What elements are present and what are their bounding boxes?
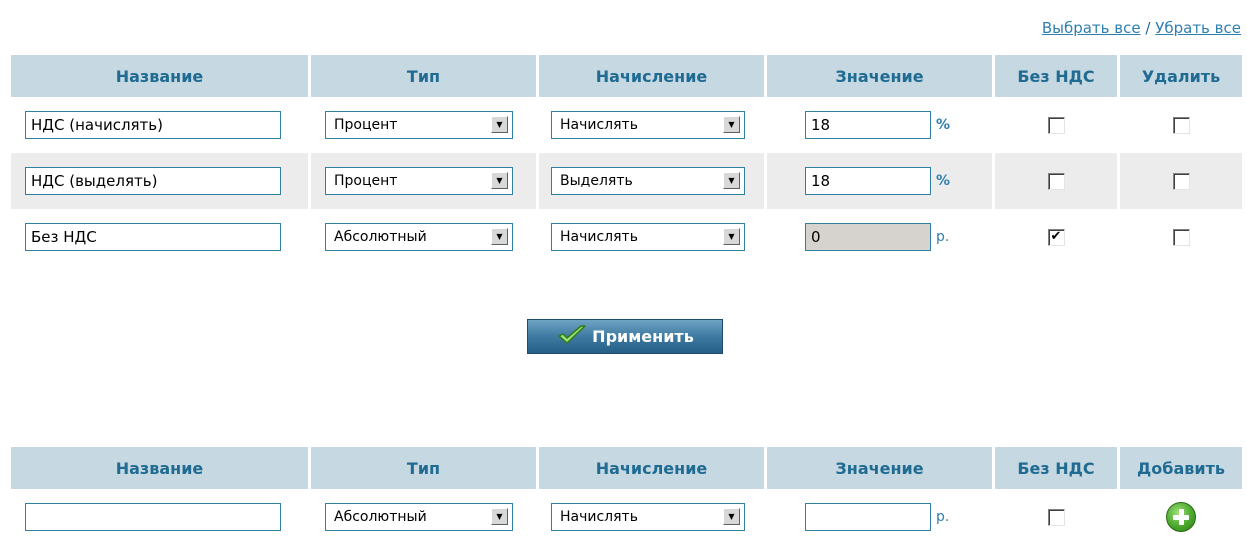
calc-select[interactable]: Начислять ▼ xyxy=(551,111,745,139)
new-value-field[interactable] xyxy=(805,503,931,531)
column-header-value: Значение xyxy=(767,447,992,489)
table-row: НДС (выделять) Процент ▼ Выделять ▼ 18 % xyxy=(11,153,1242,209)
type-select[interactable]: Процент ▼ xyxy=(325,167,513,195)
column-header-name: Название xyxy=(11,447,308,489)
unit-label: р. xyxy=(936,509,950,525)
table-row: Без НДС Абсолютный ▼ Начислять ▼ 0 р. ✔ xyxy=(11,209,1242,265)
column-header-no-vat: Без НДС xyxy=(995,55,1117,97)
dropdown-arrow-icon[interactable]: ▼ xyxy=(723,228,740,245)
column-header-type: Тип xyxy=(311,447,536,489)
links-separator: / xyxy=(1145,19,1151,37)
apply-button[interactable]: Применить xyxy=(527,319,723,354)
header-row: Название Тип Начисление Значение Без НДС… xyxy=(11,447,1242,489)
header-row: Название Тип Начисление Значение Без НДС… xyxy=(11,55,1242,97)
column-header-calc: Начисление xyxy=(539,447,764,489)
dropdown-arrow-icon[interactable]: ▼ xyxy=(723,508,740,525)
select-links: Выбрать все / Убрать все xyxy=(1042,19,1241,37)
calc-select[interactable]: Начислять ▼ xyxy=(551,223,745,251)
type-select[interactable]: Абсолютный ▼ xyxy=(325,223,513,251)
calc-select-value: Начислять xyxy=(560,117,638,133)
new-type-select[interactable]: Абсолютный ▼ xyxy=(325,503,513,531)
type-select-value: Абсолютный xyxy=(334,229,427,245)
column-header-value: Значение xyxy=(767,55,992,97)
column-header-calc: Начисление xyxy=(539,55,764,97)
new-name-field[interactable] xyxy=(25,503,281,531)
delete-checkbox[interactable] xyxy=(1172,172,1190,190)
no-vat-checkbox[interactable] xyxy=(1047,172,1065,190)
add-rate-table: Название Тип Начисление Значение Без НДС… xyxy=(8,447,1245,545)
apply-button-label: Применить xyxy=(592,327,694,346)
value-field-disabled: 0 xyxy=(805,223,931,251)
new-no-vat-checkbox[interactable] xyxy=(1047,508,1065,526)
no-vat-checkbox[interactable] xyxy=(1047,116,1065,134)
type-select[interactable]: Процент ▼ xyxy=(325,111,513,139)
delete-checkbox[interactable] xyxy=(1172,116,1190,134)
unit-label: р. xyxy=(936,229,950,245)
column-header-add: Добавить xyxy=(1120,447,1242,489)
check-mark-icon: ✔ xyxy=(1050,228,1062,244)
no-vat-checkbox[interactable]: ✔ xyxy=(1047,228,1065,246)
new-calc-select[interactable]: Начислять ▼ xyxy=(551,503,745,531)
column-header-no-vat: Без НДС xyxy=(995,447,1117,489)
dropdown-arrow-icon[interactable]: ▼ xyxy=(723,116,740,133)
table-row: НДС (начислять) Процент ▼ Начислять ▼ 18… xyxy=(11,97,1242,153)
name-field[interactable]: НДС (начислять) xyxy=(25,111,281,139)
calc-select-value: Начислять xyxy=(560,229,638,245)
dropdown-arrow-icon[interactable]: ▼ xyxy=(491,228,508,245)
dropdown-arrow-icon[interactable]: ▼ xyxy=(491,508,508,525)
name-field[interactable]: НДС (выделять) xyxy=(25,167,281,195)
checkmark-icon xyxy=(556,323,588,351)
type-select-value: Абсолютный xyxy=(334,509,427,525)
deselect-all-link[interactable]: Убрать все xyxy=(1155,19,1241,37)
calc-select[interactable]: Выделять ▼ xyxy=(551,167,745,195)
unit-label: % xyxy=(936,117,951,133)
column-header-type: Тип xyxy=(311,55,536,97)
dropdown-arrow-icon[interactable]: ▼ xyxy=(491,172,508,189)
unit-label: % xyxy=(936,173,951,189)
select-all-link[interactable]: Выбрать все xyxy=(1042,19,1141,37)
value-field[interactable]: 18 xyxy=(805,167,931,195)
column-header-name: Название xyxy=(11,55,308,97)
value-field[interactable]: 18 xyxy=(805,111,931,139)
dropdown-arrow-icon[interactable]: ▼ xyxy=(491,116,508,133)
new-row: Абсолютный ▼ Начислять ▼ р. xyxy=(11,489,1242,545)
rates-table: Название Тип Начисление Значение Без НДС… xyxy=(8,55,1245,265)
type-select-value: Процент xyxy=(334,117,398,133)
column-header-delete: Удалить xyxy=(1120,55,1242,97)
type-select-value: Процент xyxy=(334,173,398,189)
calc-select-value: Выделять xyxy=(560,173,633,189)
add-icon[interactable] xyxy=(1166,502,1196,532)
calc-select-value: Начислять xyxy=(560,509,638,525)
delete-checkbox[interactable] xyxy=(1172,228,1190,246)
name-field[interactable]: Без НДС xyxy=(25,223,281,251)
dropdown-arrow-icon[interactable]: ▼ xyxy=(723,172,740,189)
